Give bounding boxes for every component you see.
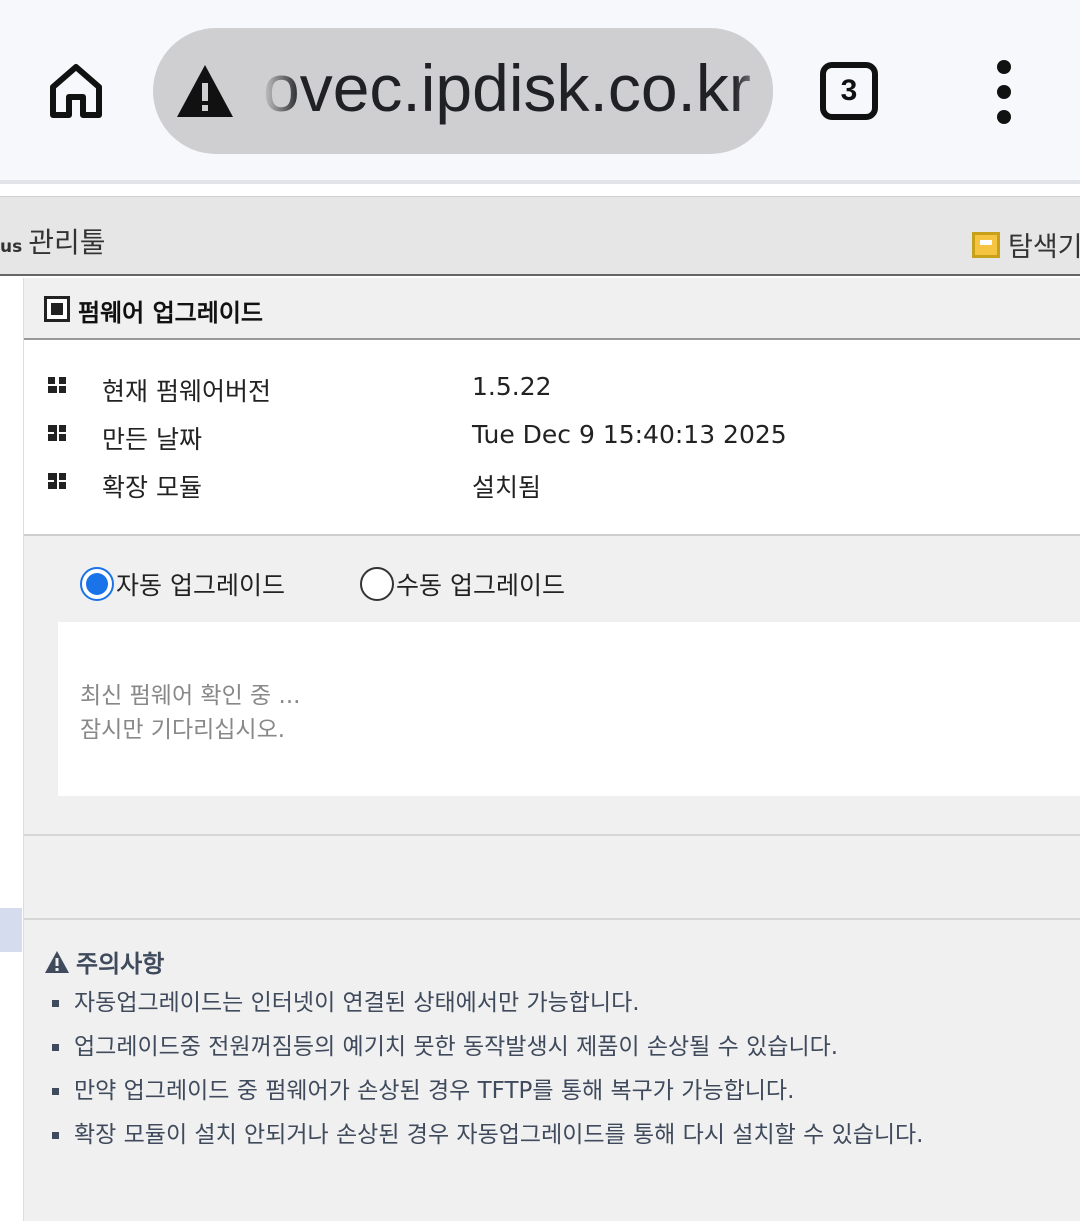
- url-fade-left: [261, 28, 301, 154]
- status-wait-message: 잠시만 기다리십시오.: [80, 717, 286, 743]
- admin-toolbar: us 관리툴 탐색기: [0, 196, 1080, 276]
- notice-item: 만약 업그레이드 중 펌웨어가 손상된 경우 TFTP를 통해 복구가 가능합니…: [52, 1074, 1072, 1118]
- info-label: 현재 펌웨어버전: [102, 377, 271, 406]
- info-label: 만든 날짜: [102, 425, 202, 454]
- bullet-icon: [48, 473, 70, 489]
- status-message: 최신 펌웨어 확인 중 ...: [80, 683, 301, 709]
- auto-upgrade-radio[interactable]: 자동 업그레이드: [80, 566, 285, 602]
- url-fade-right: [733, 28, 773, 154]
- radio-label[interactable]: 수동 업그레이드: [396, 566, 565, 602]
- admin-tool-title: us 관리툴: [0, 221, 106, 261]
- upgrade-mode-selector: 자동 업그레이드 수동 업그레이드: [24, 536, 1080, 622]
- info-value: 1.5.22: [472, 372, 552, 401]
- info-value: Tue Dec 9 15:40:13 2025: [472, 420, 787, 449]
- divider: [24, 834, 1080, 836]
- web-page: us 관리툴 탐색기 펌웨어 업그레이드 현재 펌웨어버전 1.5.22 만든 …: [0, 190, 1080, 1221]
- section-header: 펌웨어 업그레이드: [24, 278, 1080, 340]
- admin-tool-label: 관리툴: [28, 226, 106, 259]
- tab-count: 3: [840, 74, 858, 107]
- status-panel: 최신 펌웨어 확인 중 ... 잠시만 기다리십시오.: [58, 622, 1080, 796]
- left-sidebar-highlight[interactable]: [0, 908, 22, 952]
- url-text: ovec.ipdisk.co.kr: [263, 51, 751, 125]
- home-button[interactable]: [40, 55, 112, 127]
- info-row-build-date: 만든 날짜 Tue Dec 9 15:40:13 2025: [24, 416, 1080, 456]
- notice-header: 주의사항: [44, 944, 164, 979]
- divider: [24, 918, 1080, 920]
- notice-item: 업그레이드중 전원꺼짐등의 예기치 못한 동작발생시 제품이 손상될 수 있습니…: [52, 1030, 1072, 1074]
- warning-icon[interactable]: [175, 63, 235, 119]
- main-panel: 펌웨어 업그레이드 현재 펌웨어버전 1.5.22 만든 날짜 Tue Dec …: [24, 278, 1080, 1221]
- radio-selected-icon[interactable]: [80, 567, 114, 601]
- divider: [0, 180, 1080, 184]
- bullet-icon: [48, 377, 70, 393]
- more-vert-icon[interactable]: [984, 60, 1024, 124]
- info-label: 확장 모듈: [102, 473, 202, 502]
- info-value: 설치됨: [472, 473, 542, 502]
- folder-icon: [972, 231, 1000, 258]
- tab-switcher-button[interactable]: 3: [820, 62, 878, 120]
- caution-icon: [45, 950, 69, 973]
- address-bar[interactable]: ovec.ipdisk.co.kr: [153, 28, 773, 154]
- browser-toolbar: ovec.ipdisk.co.kr 3: [0, 0, 1080, 180]
- notice-list: 자동업그레이드는 인터넷이 연결된 상태에서만 가능합니다. 업그레이드중 전원…: [52, 986, 1072, 1162]
- bullet-icon: [48, 425, 70, 441]
- firmware-info: 현재 펌웨어버전 1.5.22 만든 날짜 Tue Dec 9 15:40:13…: [24, 340, 1080, 536]
- notice-title: 주의사항: [76, 950, 165, 978]
- info-row-version: 현재 펌웨어버전 1.5.22: [24, 368, 1080, 408]
- info-row-extension-module: 확장 모듈 설치됨: [24, 464, 1080, 504]
- home-icon: [50, 64, 102, 118]
- explorer-link[interactable]: 탐색기: [972, 225, 1080, 264]
- manual-upgrade-radio[interactable]: 수동 업그레이드: [360, 566, 565, 602]
- page-title: 펌웨어 업그레이드: [78, 299, 263, 327]
- radio-label[interactable]: 자동 업그레이드: [116, 566, 285, 602]
- left-sidebar-edge: [0, 278, 24, 1221]
- radio-unselected-icon[interactable]: [360, 567, 394, 601]
- explorer-label: 탐색기: [1008, 232, 1080, 263]
- brand-suffix: us: [0, 237, 23, 257]
- firmware-icon: [44, 296, 70, 322]
- notice-item: 자동업그레이드는 인터넷이 연결된 상태에서만 가능합니다.: [52, 986, 1072, 1030]
- notice-item: 확장 모듈이 설치 안되거나 손상된 경우 자동업그레이드를 통해 다시 설치할…: [52, 1118, 1072, 1162]
